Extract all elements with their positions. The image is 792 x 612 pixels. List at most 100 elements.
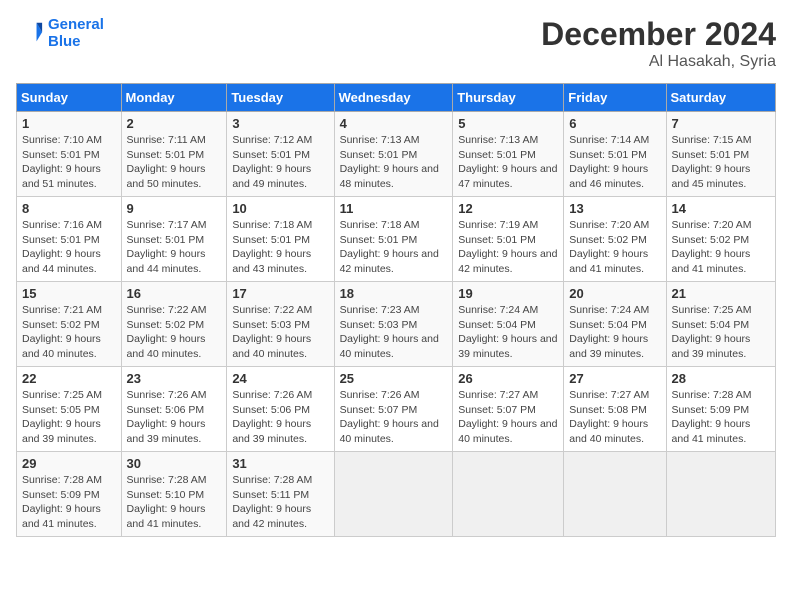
cell-info: Sunrise: 7:17 AMSunset: 5:01 PMDaylight:… (127, 218, 222, 277)
calendar-cell: 1 Sunrise: 7:10 AMSunset: 5:01 PMDayligh… (17, 112, 122, 197)
calendar-cell: 13 Sunrise: 7:20 AMSunset: 5:02 PMDaylig… (564, 197, 666, 282)
calendar-cell: 20 Sunrise: 7:24 AMSunset: 5:04 PMDaylig… (564, 282, 666, 367)
cell-info: Sunrise: 7:28 AMSunset: 5:10 PMDaylight:… (127, 473, 222, 532)
cell-info: Sunrise: 7:27 AMSunset: 5:07 PMDaylight:… (458, 388, 558, 447)
day-number: 17 (232, 286, 328, 301)
col-wednesday: Wednesday (334, 84, 453, 112)
col-sunday: Sunday (17, 84, 122, 112)
calendar-cell: 5 Sunrise: 7:13 AMSunset: 5:01 PMDayligh… (453, 112, 564, 197)
logo-icon (16, 19, 44, 47)
day-number: 9 (127, 201, 222, 216)
cell-info: Sunrise: 7:11 AMSunset: 5:01 PMDaylight:… (127, 133, 222, 192)
cell-info: Sunrise: 7:13 AMSunset: 5:01 PMDaylight:… (340, 133, 448, 192)
cell-info: Sunrise: 7:20 AMSunset: 5:02 PMDaylight:… (672, 218, 770, 277)
calendar-cell: 22 Sunrise: 7:25 AMSunset: 5:05 PMDaylig… (17, 367, 122, 452)
calendar-row: 1 Sunrise: 7:10 AMSunset: 5:01 PMDayligh… (17, 112, 776, 197)
col-tuesday: Tuesday (227, 84, 334, 112)
col-monday: Monday (121, 84, 227, 112)
cell-info: Sunrise: 7:28 AMSunset: 5:09 PMDaylight:… (22, 473, 116, 532)
day-number: 29 (22, 456, 116, 471)
calendar-cell (334, 452, 453, 537)
calendar-cell: 15 Sunrise: 7:21 AMSunset: 5:02 PMDaylig… (17, 282, 122, 367)
logo: General Blue (16, 16, 104, 50)
day-number: 12 (458, 201, 558, 216)
calendar-cell (564, 452, 666, 537)
calendar-cell: 25 Sunrise: 7:26 AMSunset: 5:07 PMDaylig… (334, 367, 453, 452)
calendar-cell: 11 Sunrise: 7:18 AMSunset: 5:01 PMDaylig… (334, 197, 453, 282)
calendar-cell: 6 Sunrise: 7:14 AMSunset: 5:01 PMDayligh… (564, 112, 666, 197)
cell-info: Sunrise: 7:27 AMSunset: 5:08 PMDaylight:… (569, 388, 660, 447)
calendar-cell: 29 Sunrise: 7:28 AMSunset: 5:09 PMDaylig… (17, 452, 122, 537)
day-number: 13 (569, 201, 660, 216)
day-number: 5 (458, 116, 558, 131)
day-number: 24 (232, 371, 328, 386)
cell-info: Sunrise: 7:25 AMSunset: 5:04 PMDaylight:… (672, 303, 770, 362)
day-number: 14 (672, 201, 770, 216)
day-number: 4 (340, 116, 448, 131)
day-number: 30 (127, 456, 222, 471)
calendar-cell: 28 Sunrise: 7:28 AMSunset: 5:09 PMDaylig… (666, 367, 775, 452)
day-number: 16 (127, 286, 222, 301)
cell-info: Sunrise: 7:26 AMSunset: 5:06 PMDaylight:… (127, 388, 222, 447)
calendar-cell: 18 Sunrise: 7:23 AMSunset: 5:03 PMDaylig… (334, 282, 453, 367)
calendar-cell: 4 Sunrise: 7:13 AMSunset: 5:01 PMDayligh… (334, 112, 453, 197)
day-number: 7 (672, 116, 770, 131)
day-number: 31 (232, 456, 328, 471)
calendar-cell: 21 Sunrise: 7:25 AMSunset: 5:04 PMDaylig… (666, 282, 775, 367)
day-number: 6 (569, 116, 660, 131)
calendar-row: 22 Sunrise: 7:25 AMSunset: 5:05 PMDaylig… (17, 367, 776, 452)
calendar-cell: 9 Sunrise: 7:17 AMSunset: 5:01 PMDayligh… (121, 197, 227, 282)
calendar-cell: 3 Sunrise: 7:12 AMSunset: 5:01 PMDayligh… (227, 112, 334, 197)
calendar-cell: 2 Sunrise: 7:11 AMSunset: 5:01 PMDayligh… (121, 112, 227, 197)
day-number: 27 (569, 371, 660, 386)
header-row: Sunday Monday Tuesday Wednesday Thursday… (17, 84, 776, 112)
calendar-cell (666, 452, 775, 537)
calendar-row: 8 Sunrise: 7:16 AMSunset: 5:01 PMDayligh… (17, 197, 776, 282)
cell-info: Sunrise: 7:14 AMSunset: 5:01 PMDaylight:… (569, 133, 660, 192)
calendar-cell: 19 Sunrise: 7:24 AMSunset: 5:04 PMDaylig… (453, 282, 564, 367)
logo-text-blue: Blue (48, 33, 104, 50)
cell-info: Sunrise: 7:24 AMSunset: 5:04 PMDaylight:… (458, 303, 558, 362)
col-friday: Friday (564, 84, 666, 112)
calendar-cell: 23 Sunrise: 7:26 AMSunset: 5:06 PMDaylig… (121, 367, 227, 452)
calendar-cell: 26 Sunrise: 7:27 AMSunset: 5:07 PMDaylig… (453, 367, 564, 452)
day-number: 18 (340, 286, 448, 301)
day-number: 22 (22, 371, 116, 386)
day-number: 25 (340, 371, 448, 386)
cell-info: Sunrise: 7:26 AMSunset: 5:07 PMDaylight:… (340, 388, 448, 447)
col-thursday: Thursday (453, 84, 564, 112)
day-number: 19 (458, 286, 558, 301)
cell-info: Sunrise: 7:18 AMSunset: 5:01 PMDaylight:… (340, 218, 448, 277)
calendar-table: Sunday Monday Tuesday Wednesday Thursday… (16, 83, 776, 537)
calendar-cell: 16 Sunrise: 7:22 AMSunset: 5:02 PMDaylig… (121, 282, 227, 367)
logo-text-general: General (48, 16, 104, 33)
location-title: Al Hasakah, Syria (541, 53, 776, 71)
day-number: 26 (458, 371, 558, 386)
day-number: 23 (127, 371, 222, 386)
day-number: 1 (22, 116, 116, 131)
calendar-cell: 10 Sunrise: 7:18 AMSunset: 5:01 PMDaylig… (227, 197, 334, 282)
cell-info: Sunrise: 7:20 AMSunset: 5:02 PMDaylight:… (569, 218, 660, 277)
cell-info: Sunrise: 7:16 AMSunset: 5:01 PMDaylight:… (22, 218, 116, 277)
month-title: December 2024 (541, 16, 776, 53)
header: General Blue December 2024 Al Hasakah, S… (16, 16, 776, 71)
calendar-cell: 14 Sunrise: 7:20 AMSunset: 5:02 PMDaylig… (666, 197, 775, 282)
calendar-cell: 8 Sunrise: 7:16 AMSunset: 5:01 PMDayligh… (17, 197, 122, 282)
cell-info: Sunrise: 7:19 AMSunset: 5:01 PMDaylight:… (458, 218, 558, 277)
cell-info: Sunrise: 7:18 AMSunset: 5:01 PMDaylight:… (232, 218, 328, 277)
cell-info: Sunrise: 7:28 AMSunset: 5:11 PMDaylight:… (232, 473, 328, 532)
day-number: 3 (232, 116, 328, 131)
calendar-cell: 30 Sunrise: 7:28 AMSunset: 5:10 PMDaylig… (121, 452, 227, 537)
day-number: 21 (672, 286, 770, 301)
calendar-row: 15 Sunrise: 7:21 AMSunset: 5:02 PMDaylig… (17, 282, 776, 367)
day-number: 28 (672, 371, 770, 386)
day-number: 8 (22, 201, 116, 216)
col-saturday: Saturday (666, 84, 775, 112)
cell-info: Sunrise: 7:12 AMSunset: 5:01 PMDaylight:… (232, 133, 328, 192)
title-section: December 2024 Al Hasakah, Syria (541, 16, 776, 71)
calendar-cell (453, 452, 564, 537)
cell-info: Sunrise: 7:23 AMSunset: 5:03 PMDaylight:… (340, 303, 448, 362)
calendar-cell: 27 Sunrise: 7:27 AMSunset: 5:08 PMDaylig… (564, 367, 666, 452)
cell-info: Sunrise: 7:13 AMSunset: 5:01 PMDaylight:… (458, 133, 558, 192)
day-number: 15 (22, 286, 116, 301)
